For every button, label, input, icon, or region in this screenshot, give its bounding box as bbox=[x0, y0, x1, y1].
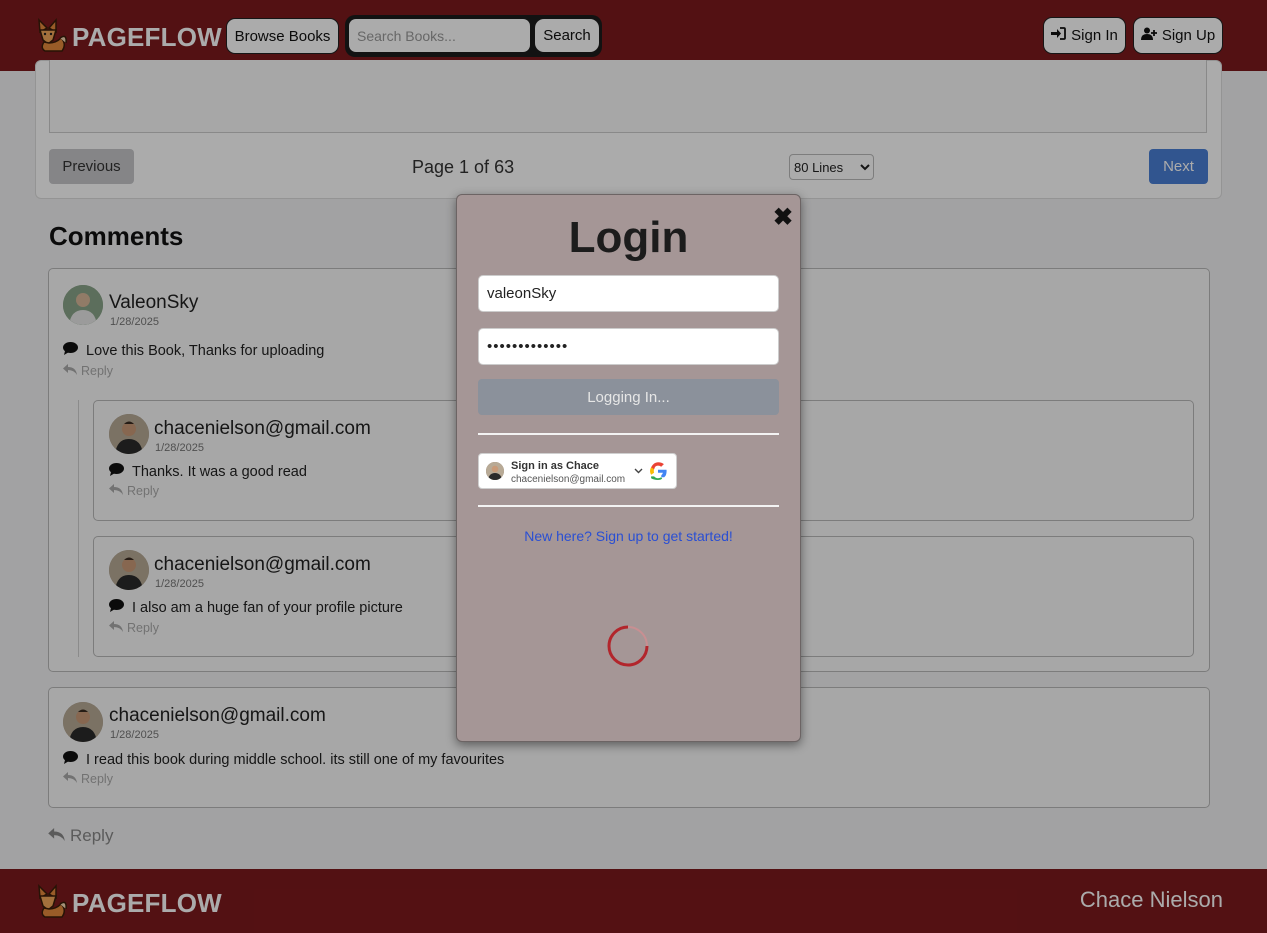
loading-spinner-icon bbox=[607, 625, 649, 667]
google-sign-in-button[interactable]: Sign in as Chace chacenielson@gmail.com bbox=[478, 453, 677, 489]
divider bbox=[478, 505, 779, 507]
google-avatar bbox=[486, 462, 504, 480]
chevron-down-icon bbox=[634, 466, 643, 477]
login-button[interactable]: Logging In... bbox=[478, 379, 779, 415]
close-icon[interactable]: ✖ bbox=[773, 203, 793, 232]
username-field[interactable]: valeonSky bbox=[478, 275, 779, 312]
divider bbox=[478, 433, 779, 435]
password-field[interactable]: ••••••••••••• bbox=[478, 328, 779, 365]
login-title: Login bbox=[568, 213, 689, 262]
login-modal: Login ✖ valeonSky ••••••••••••• Logging … bbox=[456, 194, 801, 742]
google-icon bbox=[649, 462, 667, 480]
google-account-title: Sign in as Chace bbox=[511, 460, 600, 472]
signup-link[interactable]: New here? Sign up to get started! bbox=[457, 528, 800, 544]
google-account-email: chacenielson@gmail.com bbox=[511, 474, 626, 485]
